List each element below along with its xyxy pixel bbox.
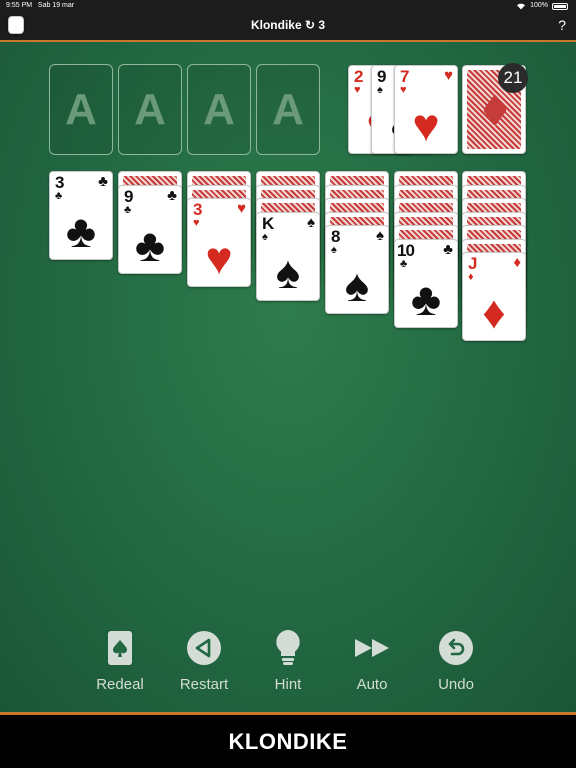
tableau-card[interactable]: 10 ♣ ♣ ♣ (394, 238, 458, 328)
tableau-card[interactable]: K ♠ ♠ ♠ (256, 211, 320, 301)
status-right: 100% (516, 0, 568, 12)
status-time-date: 9:55 PM Sab 19 mar (6, 0, 74, 12)
tableau-card[interactable]: 9 ♣ ♣ ♣ (118, 184, 182, 274)
game-title: Klondike ↻ 3 (250, 18, 326, 32)
tableau-card[interactable]: 3 ♥ ♥ ♥ (187, 198, 251, 287)
fast-forward-icon (332, 628, 412, 668)
redeal-label: Redeal (96, 676, 144, 693)
card-suit-large: ♥ (205, 232, 233, 284)
card-suit-small: ♠ (331, 244, 337, 256)
restart-label: Restart (179, 676, 229, 693)
foundation-label: A (65, 84, 97, 134)
card-suit-corner: ♣ (167, 186, 177, 204)
tableau-card[interactable]: 3 ♣ ♣ ♣ (49, 171, 113, 260)
toolbar: Redeal Restart Hint Auto Undo (0, 628, 576, 698)
card-suit-large: ♣ (410, 272, 442, 325)
card-suit-large: ♦ (482, 286, 506, 338)
card-suit-corner: ♥ (444, 67, 453, 84)
card-rank: 10 (397, 240, 415, 260)
card-suit-corner: ♥ (237, 200, 246, 217)
card-suit-small: ♥ (354, 84, 361, 96)
status-time: 9:55 PM (6, 2, 33, 9)
card-suit-small: ♦ (468, 271, 474, 283)
card-suit-small: ♥ (400, 84, 407, 96)
redeal-button[interactable]: Redeal (80, 628, 160, 693)
card-suit-large: ♠ (275, 245, 301, 298)
game-board: A A A A 2♥♥♥9♠♠♠7♥♥♥ 21 3♣♣♣9♣♣♣3♥♥♥K♠♠♠… (0, 42, 576, 712)
card-suit-large: ♣ (65, 205, 97, 257)
foundation-label: A (272, 84, 304, 134)
lightbulb-icon (248, 628, 328, 668)
foundation-label: A (134, 84, 166, 134)
foundation-slot[interactable]: A (118, 64, 182, 155)
footer-title: KLONDIKE (0, 715, 576, 768)
card-suit-small: ♣ (124, 203, 132, 216)
restart-button[interactable]: Restart (164, 628, 244, 693)
waste-card[interactable]: 7 ♥ ♥ ♥ (394, 65, 458, 154)
card-suit-corner: ♣ (98, 173, 108, 190)
wifi-icon (517, 3, 526, 10)
battery-percent: 100% (530, 2, 548, 9)
foundation-slot[interactable]: A (49, 64, 113, 155)
card-suit-small: ♠ (262, 230, 268, 243)
undo-button[interactable]: Undo (416, 628, 496, 693)
card-suit-corner: ♠ (376, 227, 384, 244)
tableau-card[interactable]: 8 ♠ ♠ ♠ (325, 225, 389, 314)
tableau-card[interactable]: J ♦ ♦ ♦ (462, 252, 526, 341)
undo-label: Undo (438, 676, 474, 693)
status-bar: 9:55 PM Sab 19 mar 100% (0, 0, 576, 12)
foundation-slot[interactable]: A (187, 64, 251, 155)
hint-button[interactable]: Hint (248, 628, 328, 693)
card-rank: 9 (124, 186, 134, 206)
card-rank: K (262, 213, 275, 233)
hint-label: Hint (274, 676, 302, 693)
nav-bar: Klondike ↻ 3 ? (0, 12, 576, 40)
auto-label: Auto (356, 676, 388, 693)
card-suit-corner: ♠ (307, 213, 315, 231)
stock-count-badge: 21 (498, 63, 528, 93)
status-date: Sab 19 mar (37, 2, 75, 9)
undo-arrow-icon (416, 628, 496, 668)
card-suit-corner: ♦ (513, 254, 521, 271)
card-suit-large: ♣ (134, 218, 166, 271)
card-suit-small: ♠ (377, 84, 383, 96)
card-suit-small: ♣ (55, 190, 63, 202)
card-suit-large: ♠ (344, 259, 370, 311)
card-suit-small: ♣ (400, 257, 408, 270)
battery-icon (552, 2, 568, 10)
card-suit-large: ♥ (412, 99, 440, 151)
help-button[interactable]: ? (558, 14, 566, 36)
auto-button[interactable]: Auto (332, 628, 412, 693)
card-suit-corner: ♣ (443, 240, 453, 258)
card-suit-small: ♥ (193, 217, 200, 229)
restart-triangle-icon (164, 628, 244, 668)
card-spade-icon (80, 628, 160, 668)
foundation-slot[interactable]: A (256, 64, 320, 155)
foundation-label: A (203, 84, 235, 134)
